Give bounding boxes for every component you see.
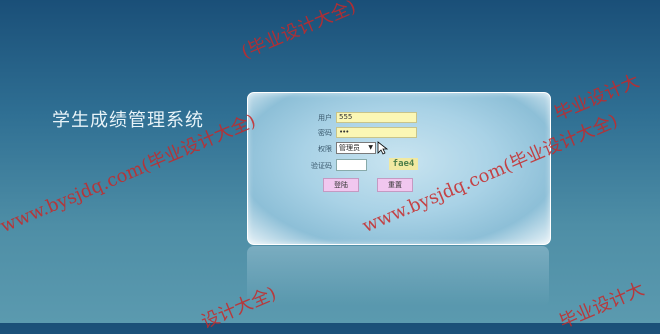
panel-reflection	[247, 246, 549, 306]
username-field[interactable]: 555	[336, 112, 417, 123]
watermark-text: 毕业设计大	[556, 278, 648, 334]
role-select[interactable]: 管理员 ▼	[336, 142, 376, 154]
password-label: 密码	[318, 129, 332, 137]
app-title: 学生成绩管理系统	[52, 110, 204, 131]
mouse-pointer-icon	[377, 141, 389, 155]
reset-button[interactable]: 重置	[377, 178, 413, 192]
role-selected-value: 管理员	[339, 144, 360, 152]
password-field[interactable]: •••	[336, 127, 417, 138]
chevron-down-icon: ▼	[368, 144, 373, 151]
username-label: 用户	[318, 114, 332, 122]
watermark-text: (毕业设计大全)	[238, 0, 359, 64]
role-label: 权限	[318, 145, 332, 153]
login-button[interactable]: 登陆	[323, 178, 359, 192]
captcha-label: 验证码	[311, 162, 332, 170]
captcha-field[interactable]	[336, 159, 367, 171]
watermark-text: 设计大全)	[198, 282, 280, 334]
captcha-image[interactable]: fae4	[389, 158, 418, 170]
